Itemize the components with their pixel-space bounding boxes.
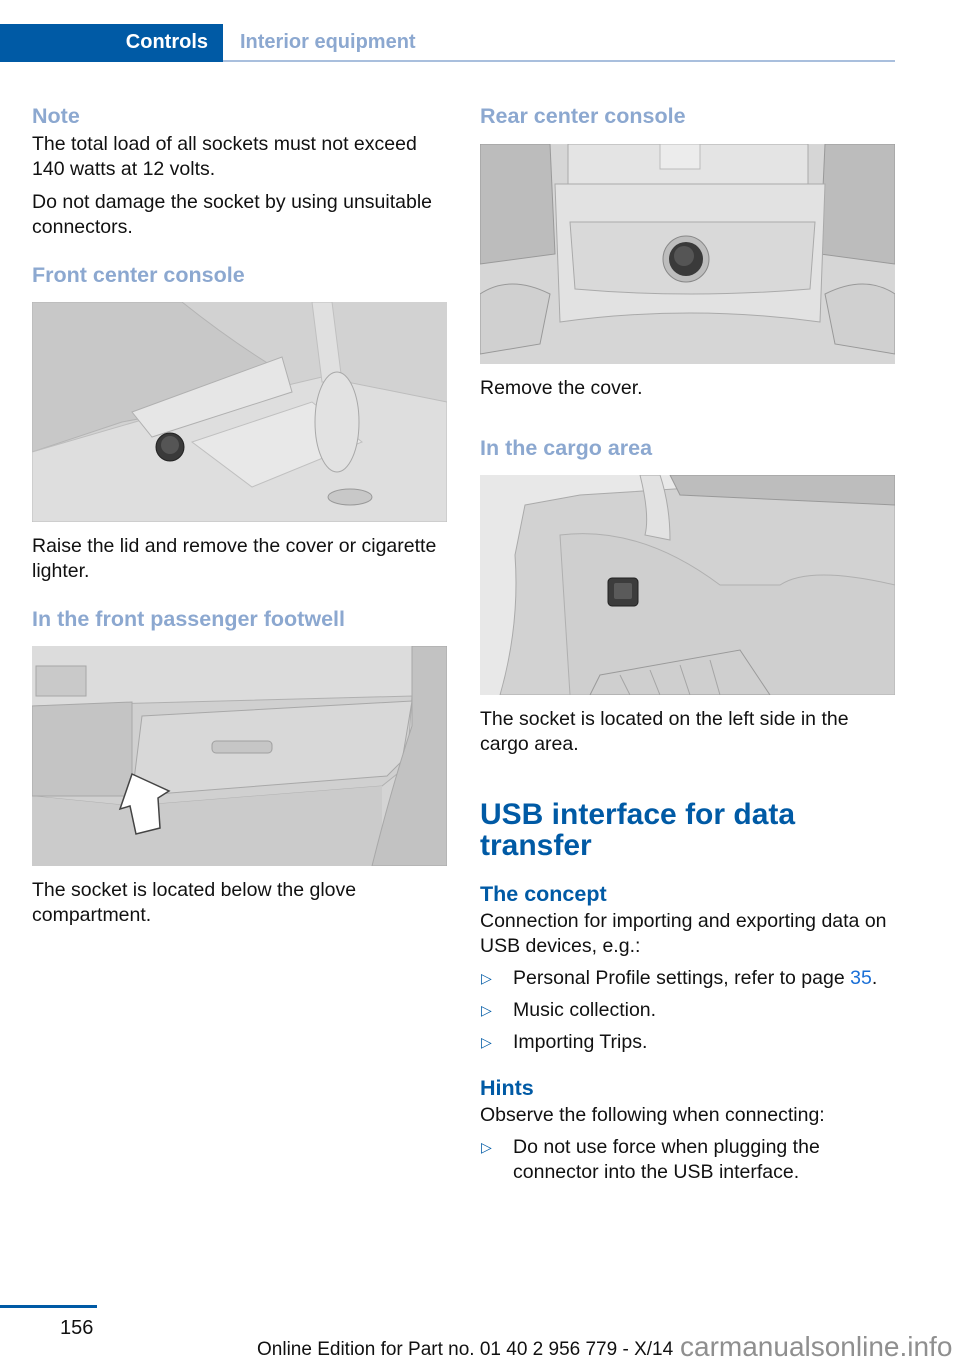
triangle-bullet-icon: ▷ [481, 1002, 492, 1018]
header-divider [223, 60, 895, 62]
list-item-suffix: . [871, 967, 878, 989]
list-item-text: Do not use force when plugging the conne… [513, 1136, 820, 1183]
front-passenger-footwell-caption: The socket is located below the glove co… [32, 879, 357, 926]
cargo-area-image [480, 475, 895, 695]
right-column: Rear center console Remove the cover. In… [480, 100, 896, 1185]
list-item: ▷ Music collection. [480, 998, 896, 1023]
front-center-console-caption: Raise the lid and remove the cover or ci… [32, 535, 437, 582]
cargo-area-heading: In the cargo area [480, 436, 653, 460]
front-center-console-image [32, 302, 447, 522]
concept-intro: Connection for importing and exporting d… [480, 910, 887, 957]
rear-center-console-image [480, 144, 895, 364]
note-paragraph: Do not damage the socket by using unsuit… [32, 191, 433, 238]
usb-section-title: USB interface for data transfer [480, 798, 796, 862]
list-item-text: Personal Profile settings, refer to page [513, 967, 851, 989]
edition-info: Online Edition for Part no. 01 40 2 956 … [257, 1339, 674, 1360]
list-item: ▷ Do not use force when plugging the con… [480, 1135, 896, 1185]
chapter-tab: Controls [0, 24, 223, 62]
list-item: ▷ Importing Trips. [480, 1030, 896, 1055]
footer-divider [0, 1305, 97, 1308]
rear-center-console-caption: Remove the cover. [480, 377, 643, 399]
watermark: carmanualsonline.info [680, 1331, 953, 1362]
triangle-bullet-icon: ▷ [481, 1139, 492, 1155]
list-item: ▷ Personal Profile settings, refer to pa… [480, 966, 896, 991]
chapter-title: Controls [125, 31, 208, 53]
page-number: 156 [60, 1317, 94, 1339]
cargo-area-caption: The socket is located on the left side i… [480, 708, 849, 755]
page-reference-link[interactable]: 35 [850, 967, 872, 989]
hints-heading: Hints [480, 1076, 534, 1100]
note-paragraph: The total load of all sockets must not e… [32, 133, 417, 180]
hints-intro: Observe the following when connecting: [480, 1104, 825, 1126]
concept-list: ▷ Personal Profile settings, refer to pa… [480, 966, 896, 1055]
rear-center-console-heading: Rear center console [480, 104, 686, 128]
note-title: Note [32, 104, 80, 128]
front-passenger-footwell-image [32, 646, 447, 866]
triangle-bullet-icon: ▷ [481, 970, 492, 986]
left-column: Note The total load of all sockets must … [32, 100, 448, 928]
section-title: Interior equipment [240, 31, 416, 53]
front-center-console-heading: Front center console [32, 263, 245, 287]
hints-list: ▷ Do not use force when plugging the con… [480, 1135, 896, 1185]
list-item-text: Music collection. [513, 999, 657, 1021]
front-passenger-footwell-heading: In the front passenger footwell [32, 607, 345, 631]
triangle-bullet-icon: ▷ [481, 1034, 492, 1050]
concept-heading: The concept [480, 882, 607, 906]
list-item-text: Importing Trips. [513, 1031, 648, 1053]
